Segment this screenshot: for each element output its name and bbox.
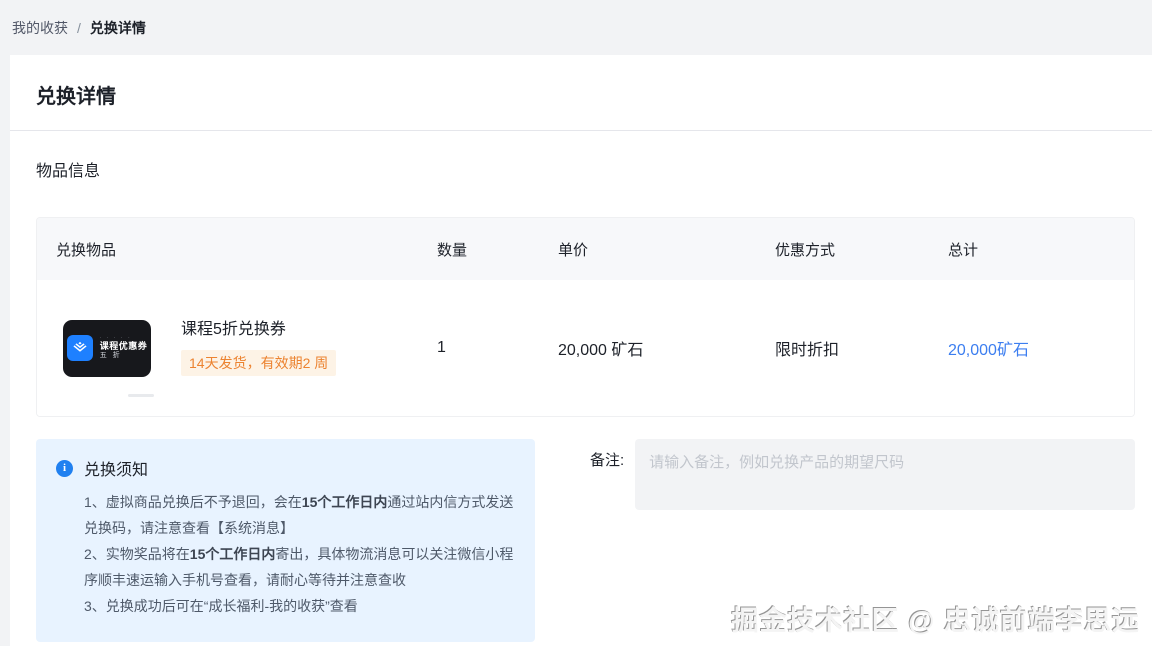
header-total: 总计 — [948, 239, 1134, 260]
remark-label: 备注: — [590, 449, 624, 510]
notice-line3: 3、兑换成功后可在“成长福利-我的收获”查看 — [84, 598, 358, 614]
notice-line1-bold: 15个工作日内 — [302, 494, 388, 510]
card-header: 兑换详情 — [10, 55, 1152, 131]
coupon-card-text: · · · · · 课程优惠券 五 折 — [100, 335, 148, 361]
breadcrumb-current: 兑换详情 — [90, 18, 146, 38]
notice-title: 兑换须知 — [84, 456, 148, 480]
notice-line2-pre: 2、实物奖品将在 — [84, 546, 190, 562]
section-title-item-info: 物品信息 — [36, 161, 1135, 183]
remark-input[interactable] — [635, 439, 1135, 510]
exchange-detail-card: 兑换详情 物品信息 兑换物品 数量 单价 优惠方式 总计 — [10, 55, 1152, 646]
cell-total: 20,000矿石 — [948, 336, 1134, 360]
header-quantity: 数量 — [437, 239, 558, 260]
info-icon: i — [56, 460, 73, 477]
item-table: 兑换物品 数量 单价 优惠方式 总计 — [36, 217, 1135, 417]
breadcrumb: 我的收获 / 兑换详情 — [0, 0, 1152, 55]
juejin-logo-icon — [67, 335, 93, 361]
coupon-subtitle: 五 折 — [100, 352, 148, 361]
breadcrumb-parent-link[interactable]: 我的收获 — [12, 18, 68, 38]
card-content: 物品信息 兑换物品 数量 单价 优惠方式 总计 — [10, 161, 1152, 642]
product-delivery-tag: 14天发货，有效期2 周 — [181, 350, 336, 376]
product-image: · · · · · 课程优惠券 五 折 — [56, 297, 158, 399]
table-row: · · · · · 课程优惠券 五 折 课程5折兑换券 14天发货，有效期2 周… — [37, 280, 1134, 416]
notice-line1-pre: 1、虚拟商品兑换后不予退回，会在 — [84, 494, 302, 510]
remark-section: 备注: — [590, 439, 1135, 510]
cell-unit-price: 20,000 矿石 — [558, 336, 775, 360]
product-name: 课程5折兑换券 — [181, 320, 286, 340]
table-header-row: 兑换物品 数量 单价 优惠方式 总计 — [37, 218, 1134, 280]
coupon-card-graphic: · · · · · 课程优惠券 五 折 — [63, 320, 151, 377]
notice-text: 1、虚拟商品兑换后不予退回，会在15个工作日内通过站内信方式发送兑换码，请注意查… — [56, 489, 515, 619]
header-item: 兑换物品 — [37, 239, 437, 260]
coupon-title: 课程优惠券 — [100, 341, 148, 352]
product-cell: · · · · · 课程优惠券 五 折 课程5折兑换券 14天发货，有效期2 周 — [37, 297, 437, 399]
exchange-notice-box: i 兑换须知 1、虚拟商品兑换后不予退回，会在15个工作日内通过站内信方式发送兑… — [36, 439, 535, 642]
header-unit-price: 单价 — [558, 239, 775, 260]
page-title: 兑换详情 — [36, 84, 1126, 110]
bottom-section: i 兑换须知 1、虚拟商品兑换后不予退回，会在15个工作日内通过站内信方式发送兑… — [36, 439, 1135, 642]
cell-quantity: 1 — [437, 339, 558, 357]
image-decorative-dash — [128, 394, 154, 397]
notice-header: i 兑换须知 — [56, 456, 515, 480]
product-meta: 课程5折兑换券 14天发货，有效期2 周 — [181, 320, 336, 376]
breadcrumb-separator: / — [77, 20, 81, 36]
cell-discount: 限时折扣 — [775, 336, 948, 360]
header-discount: 优惠方式 — [775, 239, 948, 260]
notice-line2-bold: 15个工作日内 — [190, 546, 276, 562]
